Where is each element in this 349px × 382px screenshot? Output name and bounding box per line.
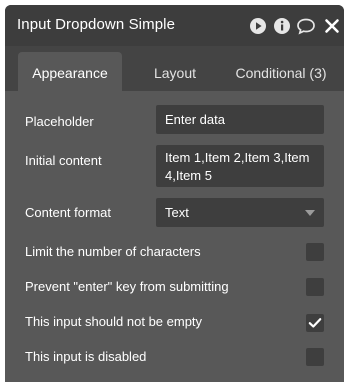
prevent-enter-label: Prevent "enter" key from submitting — [25, 279, 229, 294]
tab-layout[interactable]: Layout — [135, 52, 215, 91]
tab-conditional[interactable]: Conditional (3) — [227, 52, 335, 91]
play-icon[interactable] — [249, 17, 267, 35]
disabled-checkbox[interactable] — [306, 348, 324, 366]
initial-content-input[interactable]: Item 1,Item 2,Item 3,Item 4,Item 5 — [156, 145, 324, 187]
content-format-label: Content format — [25, 205, 111, 220]
panel-title: Input Dropdown Simple — [17, 16, 176, 33]
content-format-select[interactable]: Text — [156, 198, 324, 227]
appearance-tab-content: Placeholder Enter data Initial content I… — [5, 91, 344, 382]
close-icon[interactable] — [323, 17, 341, 35]
limit-characters-label: Limit the number of characters — [25, 244, 201, 259]
initial-content-label: Initial content — [25, 153, 102, 168]
comment-icon[interactable] — [296, 17, 316, 35]
checkmark-icon — [308, 318, 322, 328]
property-editor-panel: Input Dropdown Simple Appearance Layout … — [5, 5, 344, 382]
tab-appearance[interactable]: Appearance — [18, 52, 122, 91]
tab-bar: Appearance Layout Conditional (3) — [5, 46, 344, 91]
info-icon[interactable] — [273, 17, 291, 35]
panel-header: Input Dropdown Simple — [5, 5, 344, 46]
disabled-label: This input is disabled — [25, 349, 147, 364]
not-empty-label: This input should not be empty — [25, 314, 203, 329]
not-empty-checkbox[interactable] — [306, 314, 324, 332]
content-format-value: Text — [165, 205, 189, 220]
prevent-enter-checkbox[interactable] — [306, 278, 324, 296]
chevron-down-icon — [305, 210, 315, 216]
placeholder-input[interactable]: Enter data — [156, 105, 324, 134]
placeholder-label: Placeholder — [25, 114, 94, 129]
limit-characters-checkbox[interactable] — [306, 243, 324, 261]
